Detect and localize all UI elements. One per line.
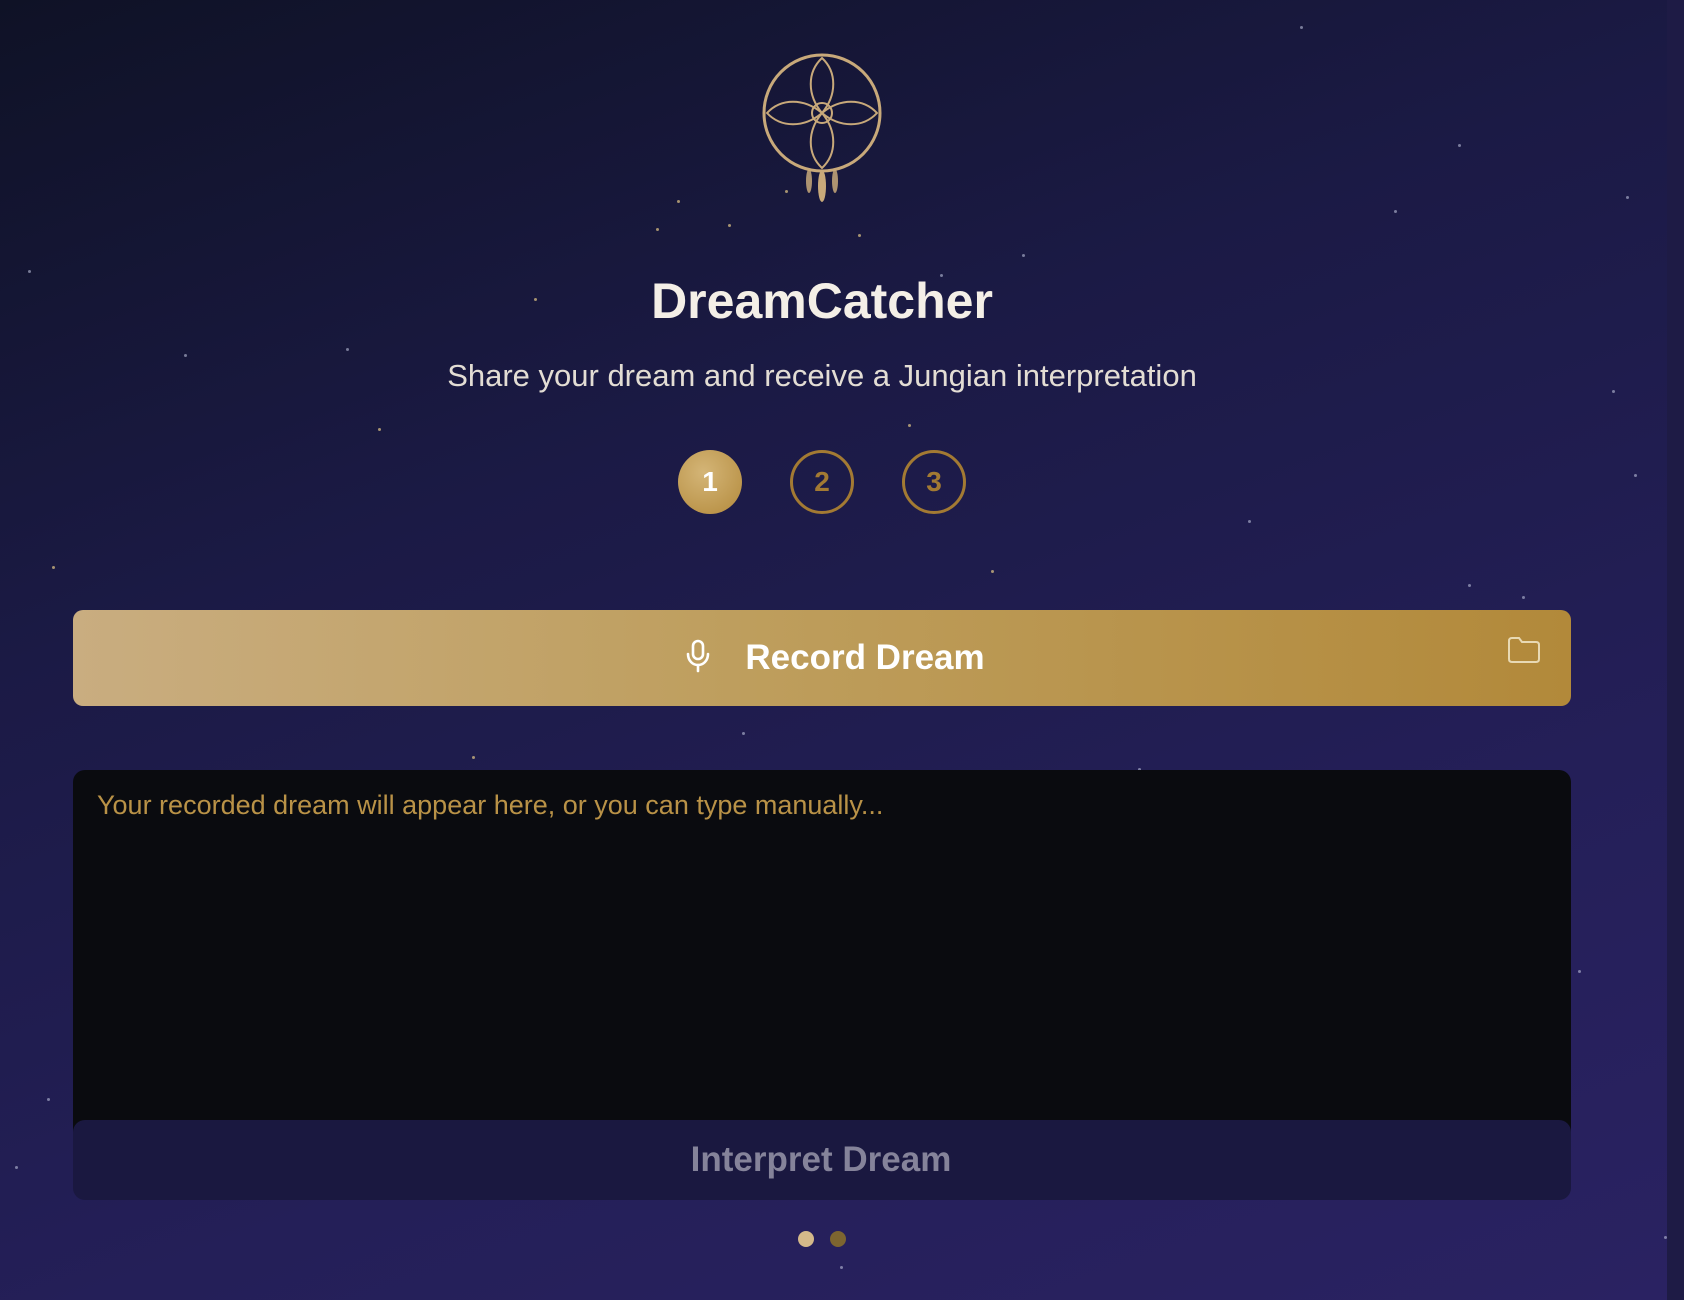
app-title: DreamCatcher — [651, 273, 993, 329]
pagination-dot-2[interactable] — [830, 1231, 846, 1247]
microphone-icon — [685, 639, 711, 678]
step-indicator: 1 2 3 — [678, 450, 966, 514]
dreamcatcher-icon — [752, 50, 892, 210]
dream-text-panel — [73, 770, 1571, 1168]
step-1[interactable]: 1 — [678, 450, 742, 514]
pagination-dot-1[interactable] — [798, 1231, 814, 1247]
folder-icon[interactable] — [1507, 636, 1541, 664]
step-2[interactable]: 2 — [790, 450, 854, 514]
dream-text-input[interactable] — [73, 770, 1571, 1120]
interpret-dream-button[interactable]: Interpret Dream — [73, 1120, 1571, 1200]
record-dream-label: Record Dream — [745, 638, 985, 677]
step-3[interactable]: 3 — [902, 450, 966, 514]
app-subtitle: Share your dream and receive a Jungian i… — [447, 358, 1197, 393]
interpret-dream-label: Interpret Dream — [690, 1140, 952, 1179]
record-dream-button[interactable]: Record Dream — [73, 610, 1571, 706]
pagination-dots — [798, 1231, 846, 1247]
